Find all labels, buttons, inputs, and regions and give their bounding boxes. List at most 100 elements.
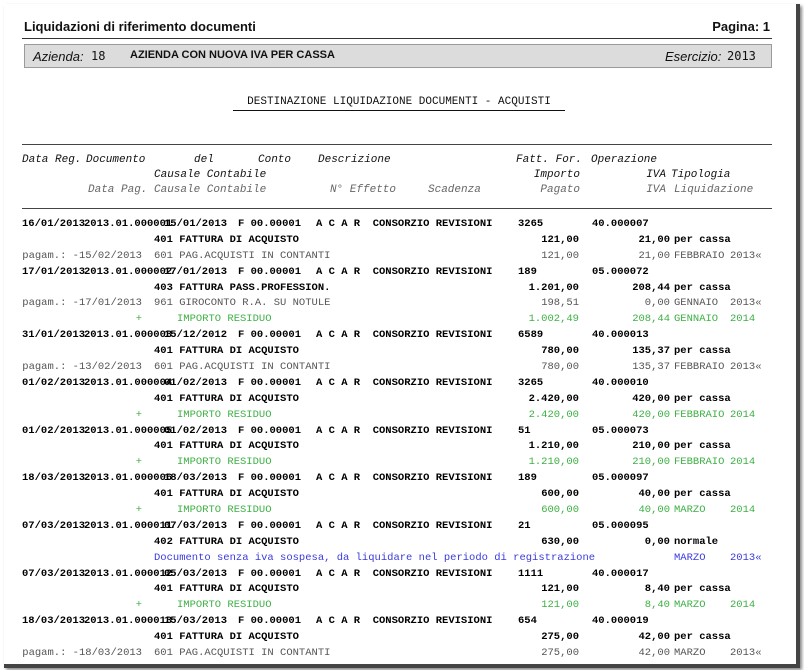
fatt-for-cell: 654	[518, 615, 537, 628]
liquidazione-year-cell: 2013«	[730, 297, 762, 310]
causale-row: 401 FATTURA DI ACQUISTO 275,00 42,00 per ca…	[22, 629, 782, 645]
col-causale-contabile-pag: Causale Contabile	[154, 184, 267, 196]
iva-cell: 0,00	[644, 535, 670, 548]
descrizione-cell: A C A R CONSORZIO REVISIONI	[316, 218, 493, 230]
iva-cell: 8,40	[644, 583, 670, 596]
liquidazione-cell: GENNAIO	[674, 313, 719, 326]
pagato-cell: 600,00	[541, 504, 579, 517]
causale-pag-cell: IMPORTO RESIDUO	[177, 599, 272, 612]
company-band: Azienda: 18 AZIENDA CON NUOVA IVA PER CA…	[24, 44, 772, 68]
operazione-cell: 05.000097	[592, 472, 649, 485]
conto-cell: F 00.00001	[238, 329, 302, 342]
causale-row: 401 FATTURA DI ACQUISTO 121,00 8,40 per cas…	[22, 581, 782, 597]
col-tipologia: Tipologia	[671, 169, 731, 181]
causale-pag-cell: IMPORTO RESIDUO	[177, 456, 272, 469]
tipologia-cell: per cassa	[674, 583, 731, 596]
document-row: 07/03/2013 2013.01.000011 07/03/2013 F 00.0…	[22, 518, 782, 534]
pagato-cell: 121,00	[541, 599, 579, 612]
col-del: del	[194, 154, 214, 166]
causale-cell: 403 FATTURA PASS.PROFESSION.	[154, 281, 331, 294]
data-reg-cell: 01/02/2013	[22, 424, 86, 437]
importo-cell: 600,00	[541, 488, 579, 501]
operazione-cell: 40.000007	[592, 218, 649, 230]
causale-pag-cell: IMPORTO RESIDUO	[177, 408, 272, 421]
liquidazione-year-cell: 2014	[730, 504, 756, 517]
col-data-reg: Data Reg.	[22, 154, 82, 166]
data-pag-cell: pagam.: -18/03/2013	[22, 647, 142, 660]
descrizione-cell: A C A R CONSORZIO REVISIONI	[316, 567, 493, 580]
fatt-for-cell: 3265	[518, 376, 544, 389]
iva-cell: 135,37	[632, 345, 670, 358]
fatt-for-cell: 189	[518, 265, 537, 278]
del-cell: 01/02/2013	[164, 376, 228, 389]
document-row: 01/02/2013 2013.01.000005 01/02/2013 F 00.0…	[22, 423, 782, 439]
tipologia-cell: per cassa	[674, 233, 731, 246]
descrizione-cell: A C A R CONSORZIO REVISIONI	[316, 265, 493, 278]
tipologia-cell: per cassa	[674, 345, 731, 358]
liquidazione-year-cell: 2014	[730, 408, 756, 421]
causale-row: 401 FATTURA DI ACQUISTO 121,00 21,00 per ca…	[22, 232, 782, 248]
operazione-cell: 40.000010	[592, 376, 649, 389]
conto-cell: F 00.00001	[238, 218, 302, 230]
data-reg-cell: 18/03/2013	[22, 615, 86, 628]
documento-cell: 2013.01.000004	[84, 376, 173, 389]
document-row: 31/01/2013 2013.01.000003 15/12/2012 F 00.0…	[22, 327, 782, 343]
data-pag-cell: +	[135, 313, 142, 326]
causale-pag-cell: 961 GIROCONTO R.A. SU NOTULE	[154, 297, 331, 310]
causale-pag-cell: IMPORTO RESIDUO	[177, 313, 272, 326]
col-pagato: Pagato	[540, 184, 580, 196]
iva-cell: 210,00	[632, 440, 670, 453]
del-cell: 15/01/2013	[164, 218, 228, 230]
data-pag-cell: pagam.: -17/01/2013	[22, 297, 142, 310]
data-pag-cell: +	[135, 456, 142, 469]
causale-pag-cell: 601 PAG.ACQUISTI IN CONTANTI	[154, 249, 331, 262]
causale-cell: 401 FATTURA DI ACQUISTO	[154, 583, 299, 596]
liquidazione-cell: MARZO	[674, 504, 706, 517]
causale-row: 402 FATTURA DI ACQUISTO 630,00 0,00 normale	[22, 534, 782, 550]
documento-cell: 2013.01.000002	[84, 265, 173, 278]
data-reg-cell: 07/03/2013	[22, 519, 86, 532]
documento-cell: 2013.01.000006	[84, 472, 173, 485]
iva-pag-cell: 420,00	[632, 408, 670, 421]
conto-cell: F 00.00001	[238, 376, 302, 389]
conto-cell: F 00.00001	[238, 472, 302, 485]
col-n-effetto: N° Effetto	[330, 184, 397, 196]
data-pag-cell: +	[135, 408, 142, 421]
importo-cell: 1.201,00	[528, 281, 579, 294]
iva-cell: 420,00	[632, 392, 670, 405]
report-title-text: DESTINAZIONE LIQUIDAZIONE DOCUMENTI - AC…	[233, 96, 565, 111]
tipologia-cell: per cassa	[674, 440, 731, 453]
document-row: 18/03/2013 2013.01.000006 18/03/2013 F 00.0…	[22, 470, 782, 486]
residual-row: + IMPORTO RESIDUO 2.420,00 420,00 FEBBRAIO 20…	[22, 407, 782, 423]
causale-cell: 401 FATTURA DI ACQUISTO	[154, 345, 299, 358]
col-documento: Documento	[86, 154, 146, 166]
del-cell: 15/03/2013	[164, 615, 228, 628]
liquidazione-cell: FEBBRAIO	[674, 249, 725, 262]
tipologia-cell: per cassa	[674, 488, 731, 501]
liquidazione-cell: GENNAIO	[674, 297, 719, 310]
liquidazione-cell: MARZO	[674, 551, 706, 564]
data-pag-cell: +	[135, 504, 142, 517]
descrizione-cell: A C A R CONSORZIO REVISIONI	[316, 472, 493, 485]
liquidazione-year-cell: 2014	[730, 599, 756, 612]
iva-cell: 208,44	[632, 281, 670, 294]
causale-cell: 401 FATTURA DI ACQUISTO	[154, 631, 299, 644]
conto-cell: F 00.00001	[238, 519, 302, 532]
payment-row: pagam.: -18/03/2013 601 PAG.ACQUISTI IN C…	[22, 645, 782, 661]
del-cell: 07/03/2013	[164, 519, 228, 532]
report-header: Liquidazioni di riferimento documenti Pa…	[22, 16, 772, 39]
liquidazione-year-cell: 2013«	[730, 647, 762, 660]
causale-cell: 401 FATTURA DI ACQUISTO	[154, 488, 299, 501]
report-rows: 16/01/2013 2013.01.000001 15/01/2013 F 00.0…	[22, 216, 782, 661]
liquidazione-cell: FEBBRAIO	[674, 361, 725, 374]
fatt-for-cell: 6589	[518, 329, 544, 342]
liquidazione-year-cell: 2013«	[730, 361, 762, 374]
liquidazione-cell: MARZO	[674, 599, 706, 612]
fatt-for-cell: 1111	[518, 567, 544, 580]
pagato-cell: 198,51	[541, 297, 579, 310]
document-row: 16/01/2013 2013.01.000001 15/01/2013 F 00.0…	[22, 216, 782, 232]
descrizione-cell: A C A R CONSORZIO REVISIONI	[316, 519, 493, 532]
liquidazione-cell: MARZO	[674, 647, 706, 660]
pagato-cell: 121,00	[541, 249, 579, 262]
col-iva: IVA	[646, 169, 666, 181]
